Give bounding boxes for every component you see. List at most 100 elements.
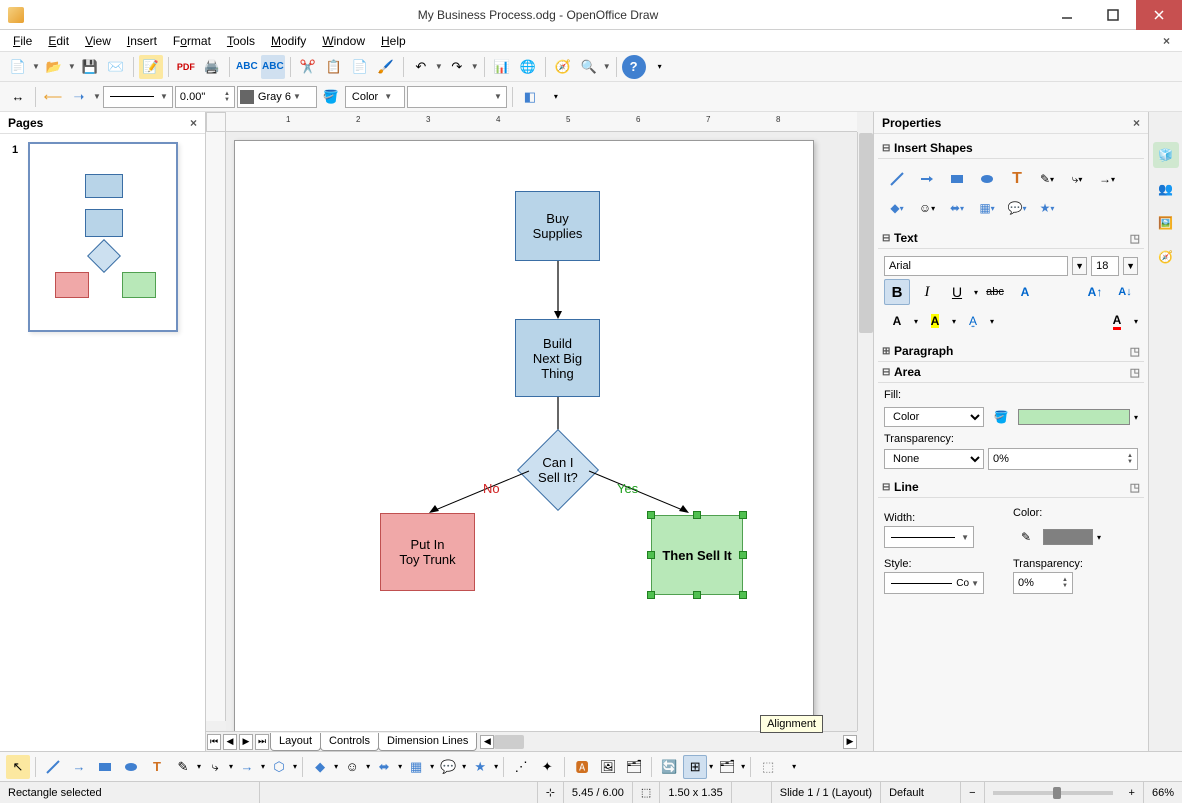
fill-color-swatch[interactable] (1018, 409, 1130, 425)
underline-button[interactable]: U (944, 279, 970, 305)
line-width-spinner[interactable]: 0.00"▲▼ (175, 86, 235, 108)
navigator-button[interactable]: 🧭 (551, 55, 575, 79)
section-paragraph[interactable]: ⊞Paragraph◳ (878, 341, 1144, 362)
shape-rectangle-icon[interactable] (944, 166, 970, 192)
shape-symbol-icon[interactable]: ☺▾ (914, 195, 940, 221)
menu-edit[interactable]: Edit (41, 32, 76, 50)
horizontal-scrollbar[interactable]: ◀▶ (480, 734, 857, 750)
tab-controls[interactable]: Controls (320, 733, 379, 751)
fill-bucket-icon[interactable]: 🪣 (988, 404, 1014, 430)
menu-file[interactable]: File (6, 32, 39, 50)
transparency-mode-select[interactable]: None (884, 449, 984, 469)
decrease-font-button[interactable]: A↓ (1112, 279, 1138, 305)
zoom-slider[interactable] (993, 791, 1113, 795)
font-size-input[interactable] (1091, 256, 1119, 276)
line-transparency-spinner[interactable]: 0%▲▼ (1013, 572, 1073, 594)
edit-file-button[interactable]: 📝 (139, 55, 163, 79)
format-paintbrush-button[interactable]: 🖌️ (374, 55, 398, 79)
page-thumbnail-1[interactable]: 1 (8, 142, 197, 332)
menu-tools[interactable]: Tools (220, 32, 262, 50)
fill-color-dropdown[interactable]: ▼ (407, 86, 507, 108)
maximize-button[interactable] (1090, 0, 1136, 30)
bold-button[interactable]: B (884, 279, 910, 305)
open-button[interactable]: 📂 (42, 55, 66, 79)
print-button[interactable]: 🖨️ (200, 55, 224, 79)
draw-arrow-button[interactable]: → (67, 755, 91, 779)
shape-curve-icon[interactable]: ✎▾ (1034, 166, 1060, 192)
gluepoints-button[interactable]: ✦ (535, 755, 559, 779)
section-insert-shapes[interactable]: ⊟Insert Shapes (878, 138, 1144, 159)
menu-window[interactable]: Window (315, 32, 372, 50)
toolbar2-overflow[interactable]: ▾ (544, 85, 568, 109)
zoom-button[interactable]: 🔍 (577, 55, 601, 79)
sidebar-tab-gallery-icon[interactable]: 🖼️ (1153, 210, 1179, 236)
save-button[interactable]: 💾 (78, 55, 102, 79)
line-style-select[interactable]: Co▼ (884, 572, 984, 594)
line-style-dropdown[interactable]: ▼ (103, 86, 173, 108)
menu-insert[interactable]: Insert (120, 32, 164, 50)
strikethrough-button[interactable]: abc (982, 279, 1008, 305)
increase-font-button[interactable]: A↑ (1082, 279, 1108, 305)
chart-button[interactable]: 📊 (490, 55, 514, 79)
sidebar-tab-navigator-icon[interactable]: 🧭 (1153, 244, 1179, 270)
arrange-button[interactable]: 🗂 (715, 755, 739, 779)
callouts-button[interactable]: 💬 (436, 755, 460, 779)
vertical-scrollbar[interactable] (857, 132, 873, 731)
minimize-button[interactable] (1044, 0, 1090, 30)
tab-nav-prev[interactable]: ◀ (223, 734, 237, 750)
draw-line-button[interactable] (41, 755, 65, 779)
document-close-button[interactable]: × (1157, 32, 1176, 50)
shape-arrow-icon[interactable] (914, 166, 940, 192)
help-button[interactable]: ? (622, 55, 646, 79)
section-text[interactable]: ⊟Text◳ (878, 228, 1144, 249)
tab-layout[interactable]: Layout (270, 733, 321, 751)
tab-dimension-lines[interactable]: Dimension Lines (378, 733, 477, 751)
redo-button[interactable]: ↷ (445, 55, 469, 79)
zoom-out-button[interactable]: − (961, 782, 984, 803)
drawing-page[interactable]: Buy Supplies Build Next Big Thing Can I … (234, 140, 814, 731)
menu-view[interactable]: View (78, 32, 118, 50)
line-endings-button[interactable]: ⟵ (41, 85, 65, 109)
line-color-swatch[interactable] (1043, 529, 1093, 545)
autospellcheck-button[interactable]: ABC (261, 55, 285, 79)
pages-close-button[interactable]: × (190, 116, 197, 130)
shape-block-arrows-icon[interactable]: ⬌▾ (944, 195, 970, 221)
email-button[interactable]: ✉️ (104, 55, 128, 79)
zoom-in-button[interactable]: + (1121, 782, 1144, 803)
symbol-shapes-button[interactable]: ☺ (340, 755, 364, 779)
draw-curve-button[interactable]: ✎ (171, 755, 195, 779)
status-zoom[interactable]: 66% (1144, 782, 1182, 803)
sidebar-tab-styles-icon[interactable]: 👥 (1153, 176, 1179, 202)
toolbar-overflow[interactable]: ▾ (648, 55, 672, 79)
shape-connector-icon[interactable]: ⤷▾ (1064, 166, 1090, 192)
shape-text-icon[interactable]: T (1004, 166, 1030, 192)
line-width-dropdown[interactable]: ▼ (884, 526, 974, 548)
tab-nav-next[interactable]: ▶ (239, 734, 253, 750)
arrow-style-button[interactable]: ↔ (6, 85, 30, 109)
tab-nav-last[interactable]: ⏭ (255, 734, 269, 750)
shadow-button[interactable]: ◧ (518, 85, 542, 109)
line-pencil-icon[interactable]: ✎ (1013, 524, 1039, 550)
cut-button[interactable]: ✂️ (296, 55, 320, 79)
flowchart-box-sell-selected[interactable]: Then Sell It (647, 511, 747, 599)
hyperlink-button[interactable]: 🌐 (516, 55, 540, 79)
new-button[interactable]: 📄 (6, 55, 30, 79)
area-style-button[interactable]: 🪣 (319, 85, 343, 109)
shape-flowchart-icon[interactable]: ▦▾ (974, 195, 1000, 221)
basic-shapes-button[interactable]: ◆ (308, 755, 332, 779)
transparency-value-spinner[interactable]: 0%▲▼ (988, 448, 1138, 470)
stars-button[interactable]: ★ (468, 755, 492, 779)
rotate-button[interactable]: 🔄 (657, 755, 681, 779)
font-name-input[interactable] (884, 256, 1068, 276)
font-color-red-button[interactable]: A (1104, 308, 1130, 334)
italic-button[interactable]: I (914, 279, 940, 305)
menu-format[interactable]: Format (166, 32, 218, 50)
fill-mode-select[interactable]: Color (884, 407, 984, 427)
line-arrow-button[interactable]: ➝ (67, 85, 91, 109)
gallery-button[interactable]: 🗂 (622, 755, 646, 779)
shape-ellipse-icon[interactable] (974, 166, 1000, 192)
section-area[interactable]: ⊟Area◳ (878, 362, 1144, 383)
flowcharts-button[interactable]: ▦ (404, 755, 428, 779)
char-spacing-button[interactable]: A͍ (960, 308, 986, 334)
flowchart-box-buy-supplies[interactable]: Buy Supplies (515, 191, 600, 261)
